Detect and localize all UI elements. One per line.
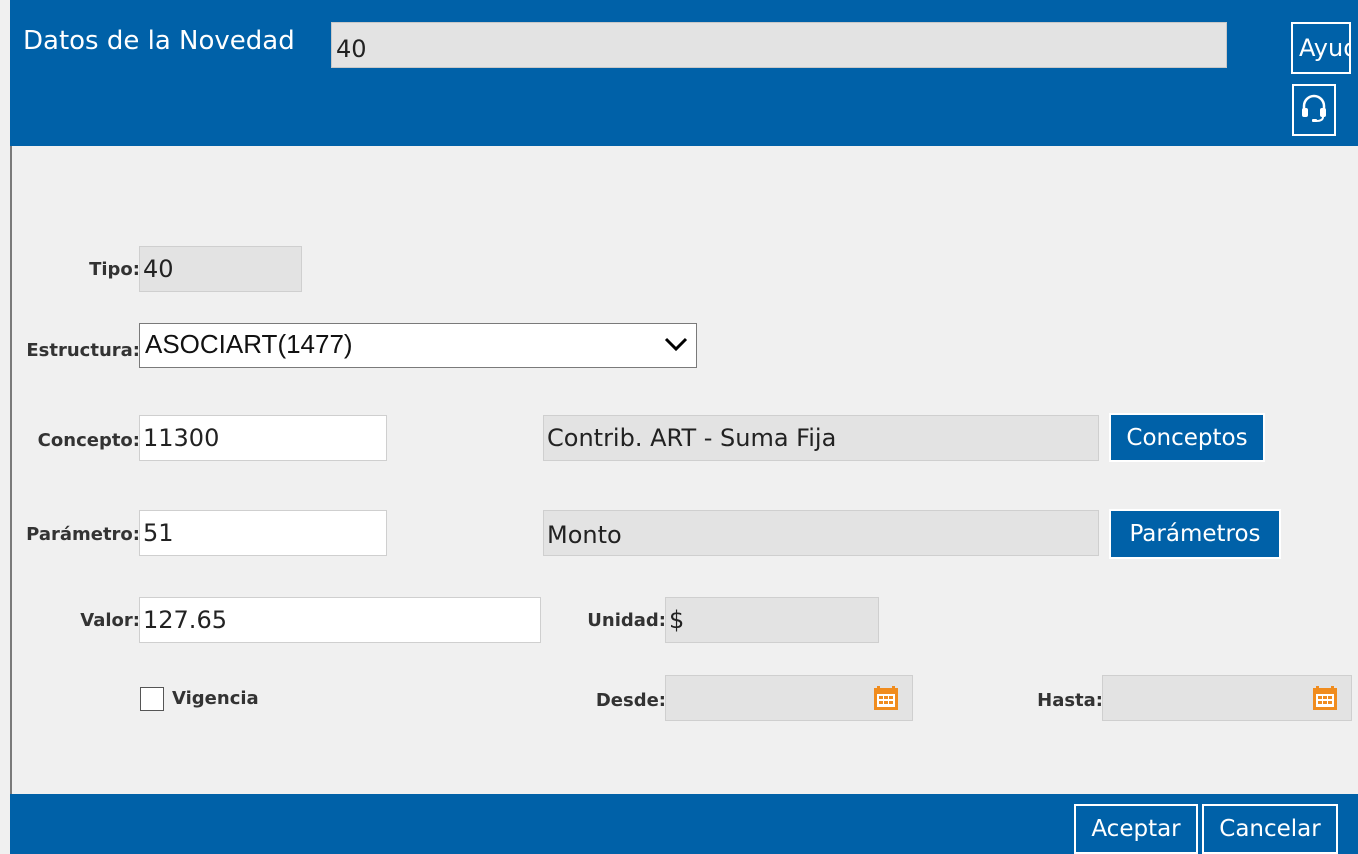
headset-icon xyxy=(1300,93,1328,127)
hasta-label: Hasta: xyxy=(1037,690,1103,711)
estructura-select[interactable]: ASOCIART(1477) xyxy=(139,323,697,368)
chevron-down-icon xyxy=(664,332,688,363)
help-button[interactable]: Ayuda xyxy=(1291,22,1351,74)
dialog-header: Datos de la Novedad 40 xyxy=(10,0,1358,146)
valor-input[interactable]: 127.65 xyxy=(139,597,541,643)
estructura-label: Estructura: xyxy=(26,340,140,361)
estructura-value: ASOCIART(1477) xyxy=(145,329,353,359)
parametro-input[interactable]: 51 xyxy=(139,510,387,556)
concepto-description-field: Contrib. ART - Suma Fija xyxy=(543,415,1099,461)
parametro-description-field: Monto xyxy=(543,510,1099,556)
valor-label: Valor: xyxy=(80,610,140,631)
tipo-field: 40 xyxy=(139,246,302,292)
concepto-input[interactable]: 11300 xyxy=(139,415,387,461)
novedad-id-field: 40 xyxy=(331,22,1227,68)
unidad-label: Unidad: xyxy=(587,610,666,631)
desde-label: Desde: xyxy=(595,690,666,711)
parametro-label: Parámetro: xyxy=(26,524,140,545)
calendar-icon[interactable] xyxy=(873,685,899,711)
parametros-button[interactable]: Parámetros xyxy=(1109,509,1281,559)
vigencia-checkbox[interactable] xyxy=(140,687,164,711)
conceptos-button[interactable]: Conceptos xyxy=(1109,413,1265,462)
calendar-icon[interactable] xyxy=(1312,685,1338,711)
unidad-field: $ xyxy=(665,597,879,643)
accept-button[interactable]: Aceptar xyxy=(1074,804,1198,854)
support-button[interactable] xyxy=(1292,84,1336,136)
dialog-title: Datos de la Novedad xyxy=(23,26,295,56)
vigencia-label: Vigencia xyxy=(172,688,259,709)
cancel-button[interactable]: Cancelar xyxy=(1202,804,1338,854)
tipo-label: Tipo: xyxy=(89,259,140,280)
concepto-label: Concepto: xyxy=(37,430,140,451)
